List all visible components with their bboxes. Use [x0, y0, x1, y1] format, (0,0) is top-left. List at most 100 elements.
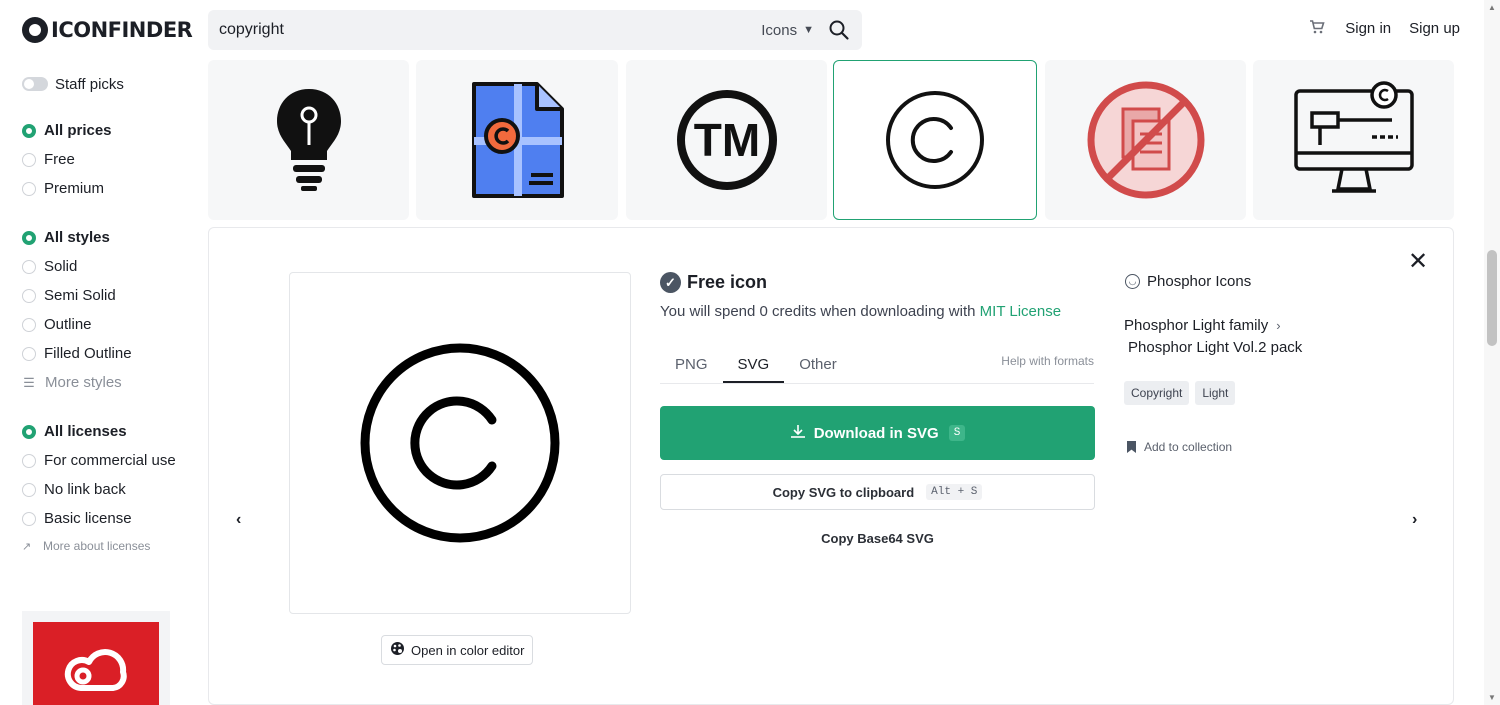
filter-outline[interactable]: Outline	[22, 310, 197, 339]
author-link[interactable]: ◡ Phosphor Icons	[1125, 273, 1251, 290]
creative-cloud-icon	[64, 649, 127, 691]
svg-text:TM: TM	[693, 114, 759, 166]
mit-license-link[interactable]: MIT License	[980, 303, 1061, 320]
iconfinder-logo[interactable]: ICONFINDER	[22, 14, 193, 46]
help-with-formats-link[interactable]: Help with formats	[1001, 354, 1094, 368]
icon-tile[interactable]	[1045, 60, 1246, 220]
staff-picks-toggle-row[interactable]: Staff picks	[22, 72, 197, 96]
copy-svg-clipboard-button[interactable]: Copy SVG to clipboard Alt + S	[660, 474, 1095, 510]
radio[interactable]	[22, 482, 36, 497]
more-about-licenses-link[interactable]: ↗ More about licenses	[22, 533, 197, 559]
filter-free[interactable]: Free	[22, 145, 197, 174]
tag-light[interactable]: Light	[1195, 381, 1236, 405]
more-styles-link[interactable]: ☰ More styles	[22, 368, 197, 397]
tab-png[interactable]: PNG	[660, 356, 723, 383]
chevron-right-icon: ›	[1276, 318, 1281, 333]
price-filter-group: All prices Free Premium	[22, 116, 197, 203]
radio[interactable]	[22, 152, 36, 167]
copy-label: Copy SVG to clipboard	[772, 484, 915, 500]
filter-label: All prices	[44, 122, 112, 139]
radio[interactable]	[22, 511, 36, 526]
license-filter-group: All licenses For commercial use No link …	[22, 417, 197, 559]
color-editor-label: Open in color editor	[411, 642, 525, 658]
search-type-dropdown[interactable]: Icons ▼	[761, 22, 814, 39]
staff-picks-toggle[interactable]	[22, 77, 48, 91]
icon-tile[interactable]: TM	[626, 60, 827, 220]
radio-selected[interactable]	[22, 424, 36, 439]
radio[interactable]	[22, 317, 36, 332]
family-link[interactable]: Phosphor Light family ›	[1124, 317, 1281, 334]
advertisement[interactable]	[22, 611, 170, 705]
filter-no-link-back[interactable]: No link back	[22, 475, 197, 504]
staff-picks-label: Staff picks	[55, 75, 124, 93]
icon-tile[interactable]	[416, 60, 618, 220]
scroll-down-icon[interactable]: ▼	[1488, 693, 1496, 702]
free-icon-heading: ✓ Free icon	[660, 272, 767, 293]
close-icon[interactable]: ✕	[1408, 250, 1428, 274]
copyright-icon	[886, 91, 984, 189]
download-shortcut: S	[948, 425, 966, 441]
sliders-icon: ☰	[23, 374, 35, 390]
verified-badge-icon: ✓	[660, 272, 681, 293]
download-svg-button[interactable]: Download in SVG S	[660, 406, 1095, 460]
copy-shortcut: Alt + S	[926, 484, 983, 500]
radio-selected[interactable]	[22, 230, 36, 245]
filter-filled-outline[interactable]: Filled Outline	[22, 339, 197, 368]
filter-semi-solid[interactable]: Semi Solid	[22, 281, 197, 310]
radio[interactable]	[22, 346, 36, 361]
pack-link[interactable]: Phosphor Light Vol.2 pack	[1128, 339, 1302, 356]
no-copy-icon	[1087, 81, 1204, 199]
chevron-left-icon[interactable]: ‹	[236, 511, 241, 529]
tab-svg[interactable]: SVG	[722, 356, 785, 383]
sign-in-link[interactable]: Sign in	[1345, 20, 1391, 37]
cart-icon[interactable]	[1309, 20, 1325, 37]
radio[interactable]	[22, 288, 36, 303]
search-bar: Icons ▼	[208, 10, 862, 50]
icon-tile-selected[interactable]	[833, 60, 1037, 220]
chevron-right-icon[interactable]: ›	[1412, 511, 1417, 529]
search-type-label: Icons	[761, 21, 798, 39]
filter-premium[interactable]: Premium	[22, 174, 197, 203]
adobe-ad-banner[interactable]	[33, 622, 159, 705]
scrollbar-thumb[interactable]	[1487, 250, 1497, 346]
document-copyright-icon	[472, 82, 564, 198]
copy-base64-svg-button[interactable]: Copy Base64 SVG	[660, 531, 1095, 546]
icon-tile[interactable]	[1253, 60, 1454, 220]
tag-copyright[interactable]: Copyright	[1124, 381, 1190, 405]
filter-all-styles[interactable]: All styles	[22, 223, 197, 252]
page-scrollbar[interactable]: ▲ ▼	[1484, 0, 1500, 705]
more-licenses-label: More about licenses	[43, 539, 151, 553]
family-label: Phosphor Light family	[1124, 317, 1269, 334]
icon-tile[interactable]	[208, 60, 409, 220]
filter-commercial-use[interactable]: For commercial use	[22, 446, 197, 475]
search-icon[interactable]	[828, 19, 850, 41]
radio-selected[interactable]	[22, 123, 36, 138]
filter-solid[interactable]: Solid	[22, 252, 197, 281]
filter-label: For commercial use	[44, 452, 176, 469]
icon-preview	[289, 272, 631, 614]
open-color-editor-button[interactable]: Open in color editor	[381, 635, 534, 665]
trademark-icon: TM	[676, 90, 777, 190]
radio[interactable]	[22, 181, 36, 196]
filter-label: Premium	[44, 180, 105, 197]
search-input[interactable]	[208, 10, 762, 50]
scroll-up-icon[interactable]: ▲	[1488, 3, 1496, 12]
download-icon	[790, 424, 806, 442]
free-icon-title: Free icon	[687, 272, 768, 292]
filter-basic-license[interactable]: Basic license	[22, 504, 197, 533]
filter-label: Solid	[44, 258, 78, 275]
computer-copyright-icon	[1293, 81, 1414, 193]
author-name: Phosphor Icons	[1147, 273, 1252, 290]
tab-other[interactable]: Other	[784, 356, 852, 383]
filter-label: All styles	[44, 229, 110, 246]
smiley-icon: ◡	[1125, 274, 1140, 289]
add-to-collection-button[interactable]: Add to collection	[1127, 440, 1232, 454]
radio[interactable]	[22, 453, 36, 468]
chevron-down-icon: ▼	[803, 24, 814, 36]
logo-icon	[22, 17, 48, 43]
radio[interactable]	[22, 259, 36, 274]
sign-up-link[interactable]: Sign up	[1409, 20, 1460, 37]
filter-all-prices[interactable]: All prices	[22, 116, 197, 145]
filter-all-licenses[interactable]: All licenses	[22, 417, 197, 446]
add-collection-label: Add to collection	[1144, 440, 1233, 454]
